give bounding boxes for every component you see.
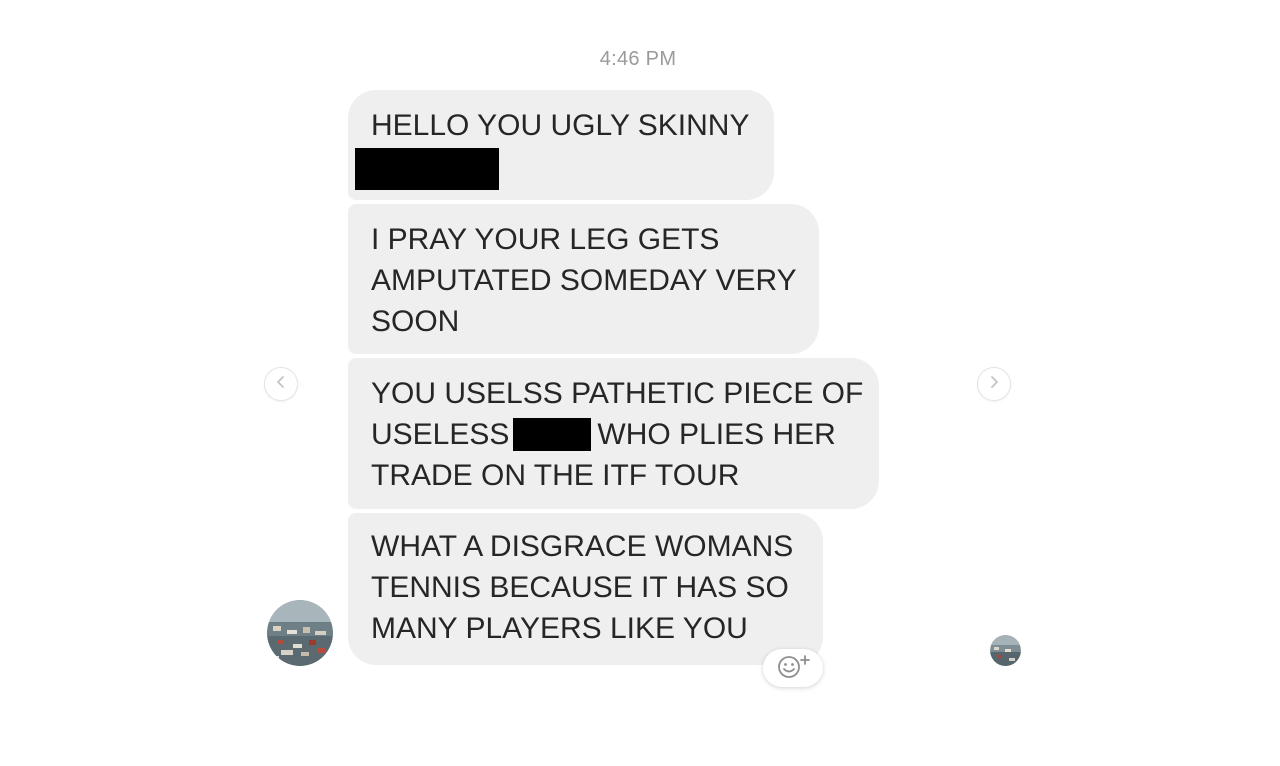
message-text-line: YOU USELSS PATHETIC PIECE OF xyxy=(371,377,864,410)
add-reaction-button[interactable] xyxy=(763,649,823,687)
next-button[interactable] xyxy=(977,367,1011,401)
message-text-line: TRADE ON THE ITF TOUR xyxy=(371,459,740,492)
redaction-bar xyxy=(513,417,592,451)
message-text-line: HELLO YOU UGLY SKINNY xyxy=(371,109,750,142)
message-bubble[interactable]: YOU USELSS PATHETIC PIECE OF USELESS WHO … xyxy=(348,358,879,509)
message-text-line: MANY PLAYERS LIKE YOU xyxy=(371,612,748,645)
message-text-fragment: WHO PLIES HER xyxy=(597,418,836,451)
direct-message-thread: 4:46 PM HELLO YOU UGLY SKINNY I PRAY YOU… xyxy=(0,0,1280,766)
seen-avatar xyxy=(990,635,1021,666)
message-timestamp: 4:46 PM xyxy=(599,48,677,70)
message-text-line: TENNIS BECAUSE IT HAS SO xyxy=(371,571,789,604)
message-text-line: I PRAY YOUR LEG GETS xyxy=(371,223,720,256)
message-bubble[interactable]: I PRAY YOUR LEG GETS AMPUTATED SOMEDAY V… xyxy=(348,204,819,354)
emoji-add-icon xyxy=(771,651,815,686)
chevron-right-icon xyxy=(988,375,1000,394)
sender-avatar[interactable] xyxy=(267,600,333,666)
message-bubble[interactable]: WHAT A DISGRACE WOMANS TENNIS BECAUSE IT… xyxy=(348,513,823,665)
message-text-line: USELESS WHO PLIES HER xyxy=(371,414,856,455)
message-text-line: SOON xyxy=(371,305,460,338)
chevron-left-icon xyxy=(275,375,287,394)
redaction-bar xyxy=(355,148,499,190)
message-text-line: WHAT A DISGRACE WOMANS xyxy=(371,530,794,563)
message-text-fragment: USELESS xyxy=(371,418,510,451)
previous-button[interactable] xyxy=(264,367,298,401)
message-text-line: AMPUTATED SOMEDAY VERY xyxy=(371,264,797,297)
